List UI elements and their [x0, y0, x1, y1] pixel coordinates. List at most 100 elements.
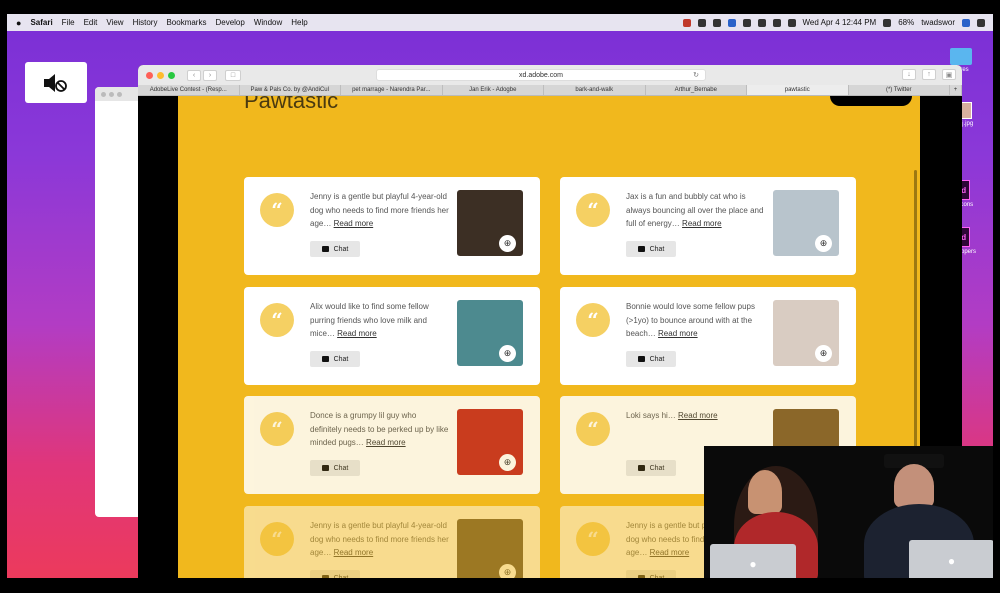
menu-edit[interactable]: Edit: [84, 18, 98, 27]
zoom-in-icon[interactable]: ⊕: [499, 454, 516, 471]
pet-card: “ Alix would like to find some fellow pur…: [244, 287, 540, 385]
tray-app-icon[interactable]: [742, 18, 751, 27]
menu-window[interactable]: Window: [254, 18, 282, 27]
menu-develop[interactable]: Develop: [215, 18, 244, 27]
read-more-link[interactable]: Read more: [334, 219, 374, 228]
sidebar-toggle-icon[interactable]: □: [225, 69, 241, 81]
battery-icon[interactable]: [883, 18, 892, 27]
tab[interactable]: Paw & Pals Co. by @AndiCul: [240, 85, 341, 95]
chat-button[interactable]: Chat: [626, 241, 676, 257]
desktop-screen: ● Safari File Edit View History Bookmark…: [7, 14, 993, 578]
tabs-overview-icon[interactable]: ▣: [942, 69, 956, 80]
menu-help[interactable]: Help: [291, 18, 307, 27]
pet-description: Bonnie would love some fellow pups (>1yo…: [626, 300, 766, 341]
chat-button[interactable]: Chat: [626, 351, 676, 367]
forward-button[interactable]: ›: [203, 69, 217, 81]
chat-bubble-icon: [321, 246, 329, 252]
display-icon[interactable]: [787, 18, 796, 27]
tab[interactable]: Jan Erik - Adogbe: [443, 85, 544, 95]
close-window-button[interactable]: [146, 71, 153, 79]
volume-icon[interactable]: [772, 18, 781, 27]
zoom-in-icon[interactable]: ⊕: [499, 345, 516, 362]
tab[interactable]: pet marrage - Narendra Par...: [341, 85, 443, 95]
pet-card: “ Jax is a fun and bubbly cat who is alwa…: [560, 177, 856, 275]
wifi-icon[interactable]: [757, 18, 766, 27]
webcam-overlay: ● ●: [704, 446, 993, 578]
menu-view[interactable]: View: [106, 18, 123, 27]
pet-description-text: Loki says hi…: [626, 411, 676, 420]
apple-menu-icon[interactable]: ●: [16, 18, 21, 28]
presenter-right-face: [894, 464, 934, 508]
pet-description: Jax is a fun and bubbly cat who is alway…: [626, 190, 766, 231]
quote-icon: “: [260, 522, 294, 556]
tab[interactable]: Arthur_Bernabe: [646, 85, 747, 95]
tab-bar: AdobeLive Contest - (Resp... Paw & Pals …: [138, 85, 962, 96]
battery-percent: 68%: [898, 18, 915, 27]
tab[interactable]: (*) Twitter: [849, 85, 950, 95]
new-tab-button[interactable]: +: [950, 85, 962, 95]
zoom-in-icon[interactable]: ⊕: [499, 235, 516, 252]
share-icon[interactable]: ↑: [922, 69, 936, 80]
chat-button[interactable]: Chat: [310, 460, 360, 476]
menu-bar: ● Safari File Edit View History Bookmark…: [7, 14, 993, 31]
chat-button-label: Chat: [333, 464, 349, 472]
url-text: xd.adobe.com: [519, 71, 563, 79]
quote-icon: “: [260, 412, 294, 446]
zoom-in-icon[interactable]: ⊕: [815, 345, 832, 362]
pet-description: Jenny is a gentle but playful 4-year-old…: [310, 519, 450, 560]
zoom-in-icon[interactable]: ⊕: [815, 235, 832, 252]
chat-button-label: Chat: [649, 574, 665, 579]
menu-user[interactable]: twadswor: [921, 18, 955, 27]
pet-description: Donce is a grumpy lil guy who definitely…: [310, 409, 450, 450]
tray-app-icon[interactable]: [697, 18, 706, 27]
chat-button[interactable]: Chat: [626, 570, 676, 578]
menu-bookmarks[interactable]: Bookmarks: [166, 18, 206, 27]
safari-toolbar: ‹ › □ xd.adobe.com ↻ ↓ ↑ ▣: [138, 65, 962, 85]
menu-history[interactable]: History: [133, 18, 158, 27]
zoom-in-icon[interactable]: ⊕: [499, 564, 516, 578]
chat-button[interactable]: Chat: [310, 351, 360, 367]
pet-card: “ Donce is a grumpy lil guy who definitel…: [244, 396, 540, 494]
read-more-link[interactable]: Read more: [334, 548, 374, 557]
chat-bubble-icon: [637, 246, 645, 252]
reload-icon[interactable]: ↻: [693, 71, 699, 79]
tray-app-icon[interactable]: [727, 18, 736, 27]
read-more-link[interactable]: Read more: [682, 219, 722, 228]
spotlight-icon[interactable]: [962, 18, 970, 27]
muted-audio-overlay: [25, 62, 87, 103]
page-heading: Pawtastic: [244, 96, 339, 113]
window-dot: [109, 91, 114, 97]
menu-file[interactable]: File: [62, 18, 75, 27]
back-button[interactable]: ‹: [187, 69, 201, 81]
device-notch: [830, 96, 912, 106]
video-frame: ● Safari File Edit View History Bookmark…: [0, 0, 1000, 593]
tray-app-icon[interactable]: [682, 18, 691, 27]
zoom-window-button[interactable]: [168, 71, 175, 79]
menu-datetime[interactable]: Wed Apr 4 12:44 PM: [803, 18, 877, 27]
read-more-link[interactable]: Read more: [650, 548, 690, 557]
minimize-window-button[interactable]: [157, 71, 164, 79]
read-more-link[interactable]: Read more: [366, 438, 406, 447]
presenter-left-face: [748, 470, 782, 514]
chat-button[interactable]: Chat: [310, 570, 360, 578]
read-more-link[interactable]: Read more: [678, 411, 718, 420]
address-bar[interactable]: xd.adobe.com ↻: [376, 69, 706, 81]
menu-app-name[interactable]: Safari: [30, 18, 52, 27]
read-more-link[interactable]: Read more: [658, 329, 698, 338]
read-more-link[interactable]: Read more: [337, 329, 377, 338]
tray-app-icon[interactable]: [712, 18, 721, 27]
window-dot: [101, 91, 106, 97]
pet-description-text: Jenny is a gentle but playful 4-year-old…: [310, 521, 449, 557]
tab-active[interactable]: pawtastic: [747, 85, 849, 95]
chat-button[interactable]: Chat: [626, 460, 676, 476]
tab[interactable]: bark-and-walk: [544, 85, 646, 95]
chat-button[interactable]: Chat: [310, 241, 360, 257]
quote-icon: “: [576, 193, 610, 227]
pet-description-text: Jenny is a gentle but playful 4-year-old…: [310, 192, 449, 228]
notification-center-icon[interactable]: [977, 18, 985, 27]
chat-bubble-icon: [637, 465, 645, 471]
chat-bubble-icon: [321, 465, 329, 471]
chat-bubble-icon: [321, 356, 329, 362]
tab[interactable]: AdobeLive Contest - (Resp...: [138, 85, 240, 95]
downloads-icon[interactable]: ↓: [902, 69, 916, 80]
